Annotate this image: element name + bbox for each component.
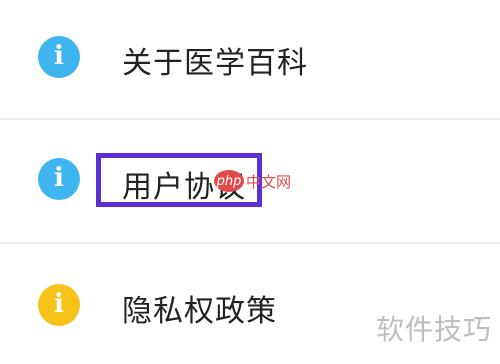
- php-watermark-text: 中文网: [246, 172, 292, 191]
- menu-item-about-label: 关于医学百科: [122, 46, 308, 81]
- info-icon: i: [38, 36, 80, 78]
- menu-item-privacy-policy-label: 隐私权政策: [122, 294, 277, 329]
- menu-item-about[interactable]: i 关于医学百科: [0, 0, 500, 118]
- divider: [0, 242, 500, 244]
- php-watermark: php 中文网: [214, 170, 291, 192]
- php-logo: php: [214, 170, 244, 192]
- divider: [0, 118, 500, 120]
- info-icon: i: [38, 158, 80, 200]
- info-icon: i: [38, 284, 80, 326]
- corner-watermark: 软件技巧: [375, 313, 492, 346]
- settings-menu-screen: i 关于医学百科 i 用户协议 i 隐私权政策 php 中文网 软件技巧: [0, 0, 500, 364]
